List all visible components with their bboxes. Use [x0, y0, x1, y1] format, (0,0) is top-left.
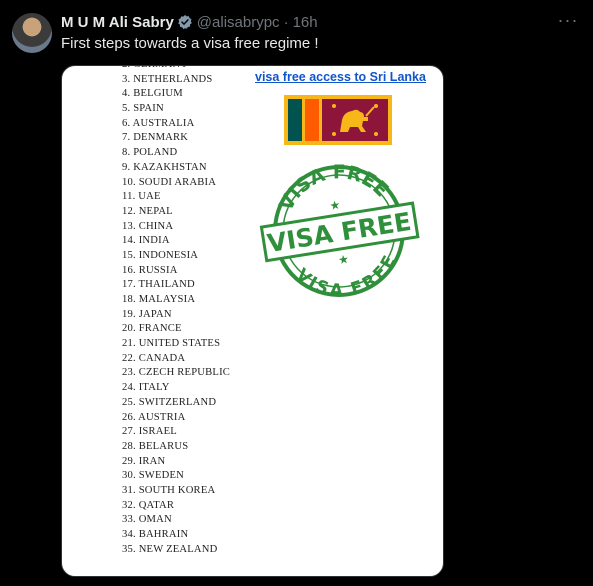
country-list-item: 2. GERMANY: [122, 66, 230, 73]
country-list-item: 24. ITALY: [122, 382, 170, 394]
lion-icon: [332, 104, 378, 136]
timestamp[interactable]: 16h: [293, 14, 318, 31]
country-list-item: 33. OMAN: [122, 514, 172, 526]
country-list-item: 22. CANADA: [122, 352, 186, 364]
more-options-icon[interactable]: ···: [556, 10, 580, 30]
svg-text:★: ★: [329, 198, 342, 214]
country-list-item: 35. NEW ZEALAND: [122, 543, 218, 555]
country-list-item: 29. IRAN: [122, 455, 166, 467]
country-list-item: 8. POLAND: [122, 147, 178, 159]
country-list-item: 23. CZECH REPUBLIC: [122, 367, 231, 379]
country-list-item: 10. SOUDI ARABIA: [122, 176, 217, 188]
country-list-item: 13. CHINA: [122, 220, 174, 232]
tweet-text: First steps towards a visa free regime !: [61, 35, 319, 52]
country-list-item: 25. SWITZERLAND: [122, 396, 217, 408]
country-list-item: 26. AUSTRIA: [122, 411, 186, 423]
country-list-item: 16. RUSSIA: [122, 264, 178, 276]
country-list-item: 21. UNITED STATES: [122, 338, 221, 350]
country-list-item: 12. NEPAL: [122, 205, 173, 217]
country-list-item: 15. INDONESIA: [122, 249, 199, 261]
separator-dot: ·: [283, 13, 289, 31]
country-list-item: 32. QATAR: [122, 499, 175, 511]
country-list-item: 27. ISRAEL: [122, 426, 177, 438]
author-handle[interactable]: @alisabrypc: [197, 14, 280, 31]
country-list-item: 3. NETHERLANDS: [122, 73, 213, 85]
country-list-item: 7. DENMARK: [122, 132, 189, 144]
country-list-item: 17. THAILAND: [122, 279, 195, 291]
country-list-item: 5. SPAIN: [122, 103, 164, 115]
country-list-item: 14. INDIA: [122, 235, 170, 247]
tweet-media-image[interactable]: 2. GERMANY3. NETHERLANDS 4. BELGIUM 5. SPA…: [61, 65, 444, 577]
visa-free-stamp-icon: VISA FREE VISA FREE VISA FREE ★ ★: [259, 161, 420, 301]
svg-text:★: ★: [337, 252, 350, 268]
country-list: 2. GERMANY3. NETHERLANDS 4. BELGIUM 5. SPA…: [122, 66, 231, 557]
tweet-header: M U M Ali Sabry @alisabrypc · 16h: [61, 12, 318, 32]
country-list-item: 28. BELARUS: [122, 440, 189, 452]
verified-badge-icon: [177, 15, 192, 30]
country-list-item: 34. BAHRAIN: [122, 529, 189, 540]
country-list-item: 9. KAZAKHSTAN: [122, 161, 207, 173]
country-list-item: 30. SWEDEN: [122, 470, 185, 482]
country-list-item: 4. BELGIUM: [122, 88, 183, 100]
author-name[interactable]: M U M Ali Sabry: [61, 14, 174, 31]
country-list-item: 11. UAE: [122, 191, 161, 203]
country-list-item: 31. SOUTH KOREA: [122, 484, 216, 496]
country-list-item: 18. MALAYSIA: [122, 294, 196, 305]
country-list-item: 6. AUSTRALIA: [122, 117, 195, 129]
avatar[interactable]: [12, 13, 52, 53]
sri-lanka-flag-icon: [284, 95, 392, 145]
country-list-item: 20. FRANCE: [122, 323, 182, 335]
image-heading: visa free access to Sri Lanka: [255, 70, 426, 84]
country-list-item: 19. JAPAN: [122, 308, 172, 320]
